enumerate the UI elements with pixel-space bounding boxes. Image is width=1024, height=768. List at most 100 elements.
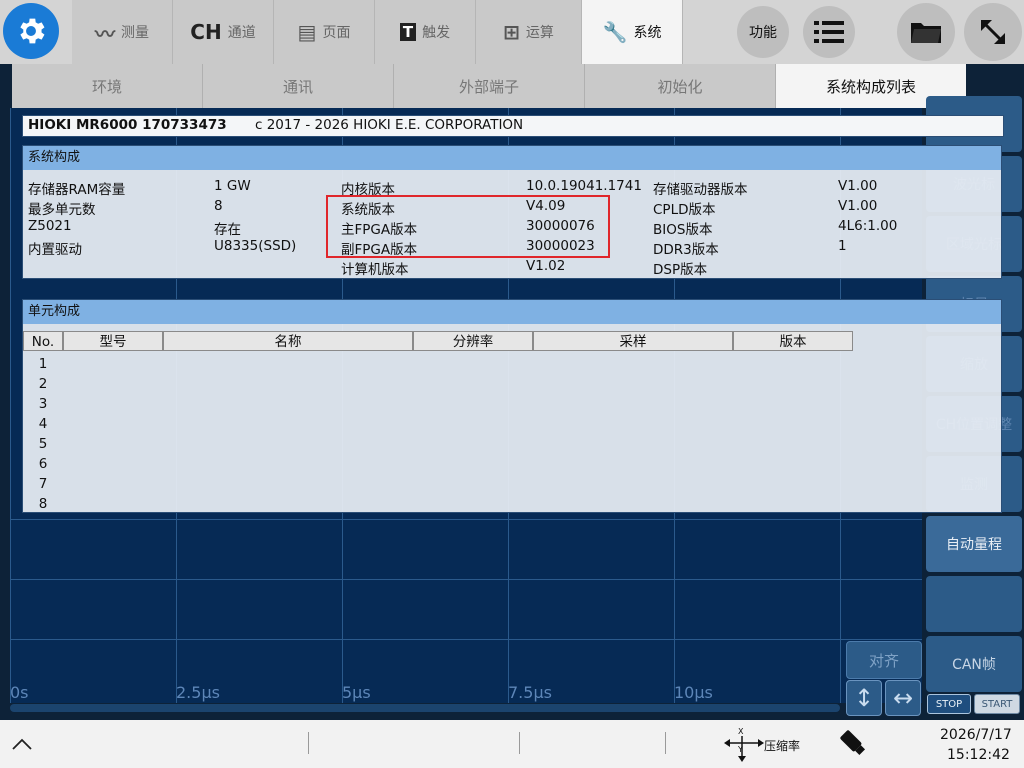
stop-button[interactable]: STOP [927,694,971,714]
page-icon: ▤ [297,20,317,44]
compression-label: 压缩率 [764,739,801,753]
spec-value: V1.00 [838,178,878,194]
grid-line [10,519,922,520]
left-right-arrow-icon: ↔ [892,684,914,712]
subtab-environment[interactable]: 环境 [12,64,203,108]
calc-icon: ⊞ [503,20,520,44]
column-header: No. [23,331,63,351]
settings-gear-button[interactable] [3,3,59,59]
table-row: 8 [38,496,48,512]
copyright: c 2017 - 2026 HIOKI E.E. CORPORATION [255,117,524,133]
tab-label: 通道 [227,25,256,41]
top-toolbar: 〰 测量 CH 通道 ▤ 页面 T 触发 ⊞ 运算 🔧 系统 功能 [0,0,1024,64]
tab-label: 测量 [121,25,149,41]
vertical-adjust-button[interactable]: ↕ [846,680,882,716]
can-frame-button[interactable]: CAN帧 [926,636,1022,692]
tab-system[interactable]: 🔧 系统 [582,0,683,64]
column-header: 采样 [533,331,733,351]
wrench-icon: 🔧 [602,20,628,44]
resize-arrows-icon [981,20,1005,44]
divider [519,732,520,754]
spec-label: BIOS版本 [653,222,713,238]
spec-value: 1 [838,238,847,254]
unit-config-section: 单元构成 No. 型号 名称 分辨率 采样 版本 1 2 3 4 5 6 7 8 [22,299,1002,513]
tab-channel[interactable]: CH 通道 [173,0,274,64]
tab-measure[interactable]: 〰 测量 [72,0,173,64]
spec-label: 内置驱动 [28,242,82,258]
usb-drive-icon [838,728,868,762]
column-header: 名称 [163,331,413,351]
spec-value: V1.00 [838,198,878,214]
unit-table-header: No. 型号 名称 分辨率 采样 版本 [23,331,853,351]
table-row: 5 [38,436,48,452]
expand-up-button[interactable] [10,732,34,756]
system-subtabs: 环境 通讯 外部端子 初始化 系统构成列表 [12,64,966,108]
tab-calculation[interactable]: ⊞ 运算 [476,0,582,64]
table-row: 7 [38,476,48,492]
subtab-initialize[interactable]: 初始化 [585,64,776,108]
function-button[interactable]: 功能 [737,6,789,58]
spec-label: 最多单元数 [28,202,96,218]
subtab-external-terminal[interactable]: 外部端子 [394,64,585,108]
horizontal-scrollbar[interactable] [10,704,840,712]
status-bar: XY 压缩率 2026/7/17 15:12:42 [0,720,1024,768]
table-row: 4 [38,416,48,432]
time-axis-label: 2.5μs [176,683,220,702]
tab-label: 系统 [633,25,662,41]
start-button[interactable]: START [974,694,1020,714]
subtab-communication[interactable]: 通讯 [203,64,394,108]
blank-side-button[interactable] [926,576,1022,632]
chevron-up-icon [12,738,32,750]
grid-line [10,579,922,580]
up-down-arrow-icon: ↕ [853,684,875,712]
grid-line [10,108,11,703]
tab-label: 触发 [422,25,451,41]
ch-icon: CH [190,20,222,44]
trigger-icon: T [399,23,417,41]
time-axis-label: 10μs [674,683,713,702]
system-config-list-panel: HIOKI MR6000 170733473 c 2017 - 2026 HIO… [22,115,1004,517]
time-axis-label: 7.5μs [508,683,552,702]
compression-xy-icon[interactable]: XY [722,726,766,764]
table-row: 6 [38,456,48,472]
time-axis-label: 5μs [342,683,371,702]
table-row: 3 [38,396,48,412]
section-title: 系统构成 [23,146,1001,170]
spec-label: DSP版本 [653,262,708,278]
spec-label: CPLD版本 [653,202,716,218]
table-row: 1 [38,356,48,372]
tab-label: 页面 [322,25,351,41]
list-menu-button[interactable] [803,6,855,58]
spec-value: 存在 [214,222,241,238]
divider [308,732,309,754]
spec-value: V1.02 [526,258,566,274]
svg-text:X: X [738,727,744,736]
resize-button[interactable] [964,3,1022,61]
horizontal-adjust-button[interactable]: ↔ [885,680,921,716]
gear-icon [20,18,45,44]
time-axis-label: 0s [10,683,29,702]
table-row: 2 [38,376,48,392]
waveform-icon: 〰 [95,21,115,46]
column-header: 型号 [63,331,163,351]
align-button[interactable]: 对齐 [846,641,922,679]
spec-value: 8 [214,198,223,214]
folder-icon [911,23,941,43]
spec-label: DDR3版本 [653,242,719,258]
status-time: 15:12:42 [947,747,1010,763]
model-serial: HIOKI MR6000 170733473 [28,117,227,133]
spec-value: 1 GW [214,178,251,194]
status-date: 2026/7/17 [940,727,1012,743]
divider [665,732,666,754]
system-config-section: 系统构成 存储器RAM容量 1 GW 内核版本 10.0.19041.1741 … [22,145,1002,279]
spec-label: 存储器RAM容量 [28,182,126,198]
tab-trigger[interactable]: T 触发 [375,0,476,64]
section-title: 单元构成 [23,300,1001,324]
auto-range-button[interactable]: 自动量程 [926,516,1022,572]
spec-label: 计算机版本 [341,262,409,278]
highlight-box [326,195,610,258]
function-label: 功能 [749,25,777,41]
file-open-button[interactable] [897,3,955,61]
column-header: 分辨率 [413,331,533,351]
tab-page[interactable]: ▤ 页面 [274,0,375,64]
